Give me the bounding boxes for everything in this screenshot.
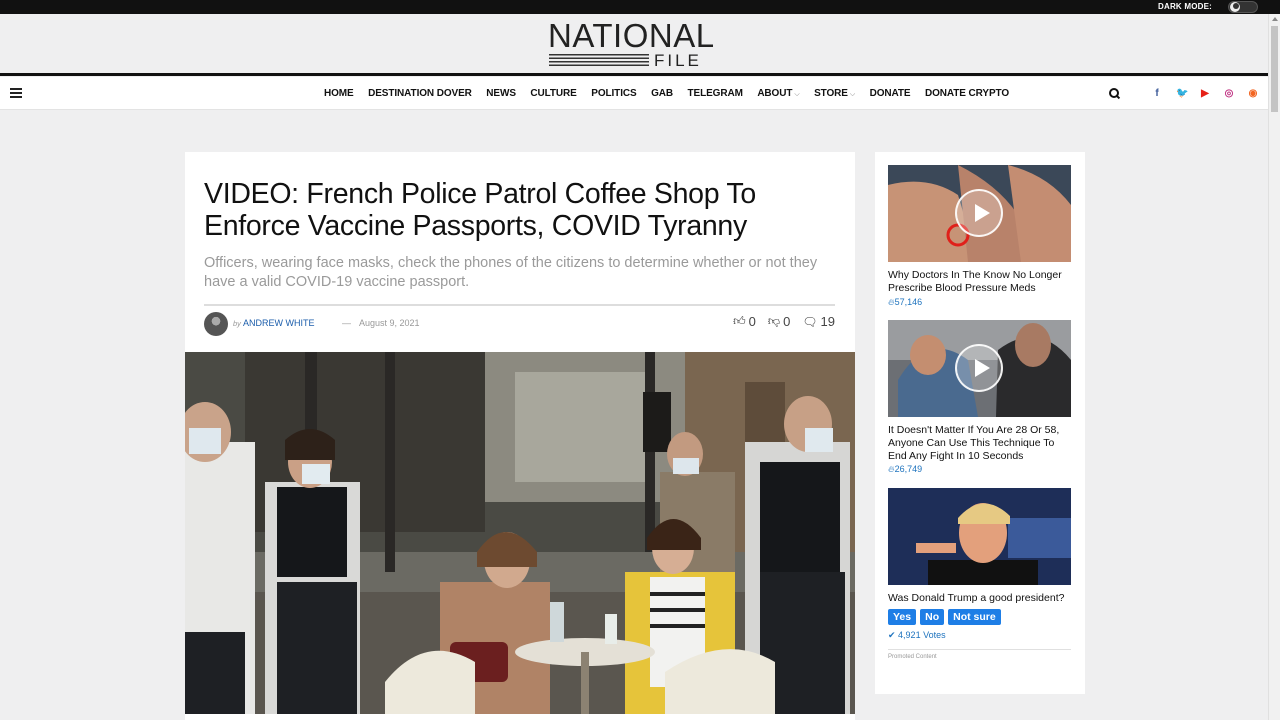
- nav-item-label: GAB: [651, 88, 673, 99]
- thumbs-up-icon: 👍︎: [733, 314, 746, 328]
- twitter-icon[interactable]: 🐦: [1176, 88, 1188, 99]
- trump-image: [888, 488, 1071, 585]
- nav-item-label: DONATE: [869, 88, 911, 99]
- article-stats: 👍︎ 0 👎︎ 0 🗨︎ 19: [721, 314, 835, 329]
- nav-item-store[interactable]: STORE ⌵: [814, 88, 855, 99]
- chevron-down-icon: ⌵: [849, 91, 856, 98]
- nav-item-label: CULTURE: [530, 88, 577, 99]
- nav-items: HOME DESTINATION DOVER NEWS CULTURE POLITICS…: [324, 77, 1024, 110]
- article-meta: by ANDREW WHITE — August 9, 2021 👍︎ 0 👎︎…: [204, 312, 835, 336]
- thumbs-down-icon: 👎︎: [767, 314, 781, 328]
- nav-item-home[interactable]: HOME: [324, 88, 354, 99]
- dark-mode-toggle[interactable]: [1228, 1, 1258, 13]
- ad-count: 🔥︎26,749: [888, 464, 923, 475]
- scrollbar-thumb[interactable]: [1271, 26, 1278, 112]
- nav-item-label: DONATE CRYPTO: [924, 88, 1010, 99]
- logo-stripes: [549, 54, 649, 66]
- poll-question: Was Donald Trump a good president?: [888, 592, 1065, 604]
- nav-item-culture[interactable]: CULTURE: [530, 88, 576, 99]
- nav-item-donate-crypto[interactable]: DONATE CRYPTO: [925, 88, 1009, 99]
- play-icon[interactable]: [955, 189, 1003, 237]
- fire-icon: 🔥︎: [888, 296, 895, 307]
- page-scrollbar[interactable]: [1268, 14, 1280, 720]
- ad-item[interactable]: Why Doctors In The Know No Longer Prescr…: [888, 165, 1071, 308]
- nav-item-destination-dover[interactable]: DESTINATION DOVER: [368, 88, 472, 99]
- main-nav: HOME DESTINATION DOVER NEWS CULTURE POLITICS…: [0, 77, 1268, 110]
- comments-link[interactable]: 🗨︎ 19: [802, 314, 835, 329]
- nav-right: f 🐦 ▶ ◎ ◉: [1109, 77, 1258, 110]
- sidebar-ads: Why Doctors In The Know No Longer Prescr…: [875, 152, 1085, 694]
- article-subtitle: Officers, wearing face masks, check the …: [204, 255, 818, 290]
- dark-mode-label: DARK MODE:: [1158, 2, 1212, 11]
- poll-not-sure-button[interactable]: Not sure: [948, 608, 1001, 625]
- fire-icon: 🔥︎: [888, 464, 895, 475]
- nav-item-label: NEWS: [486, 88, 516, 99]
- nav-item-label: TELEGRAM: [687, 88, 743, 99]
- author-link[interactable]: ANDREW WHITE: [243, 318, 315, 328]
- title-divider: [204, 304, 835, 306]
- nav-item-label: POLITICS: [591, 88, 637, 99]
- rss-icon[interactable]: ◉: [1248, 88, 1258, 99]
- instagram-icon[interactable]: ◎: [1224, 88, 1234, 99]
- nav-item-telegram[interactable]: TELEGRAM: [688, 88, 743, 99]
- poll-yes-button[interactable]: Yes: [888, 608, 917, 625]
- article-video[interactable]: [185, 352, 855, 714]
- ad-thumbnail[interactable]: [888, 165, 1071, 262]
- youtube-icon[interactable]: ▶: [1200, 88, 1210, 99]
- article-card: VIDEO: French Police Patrol Coffee Shop …: [185, 152, 855, 720]
- nav-item-donate[interactable]: DONATE: [870, 88, 911, 99]
- poll-options: Yes No Not sure: [888, 608, 1071, 625]
- play-icon[interactable]: [955, 344, 1003, 392]
- nav-item-label: DESTINATION DOVER: [368, 88, 472, 99]
- nav-item-news[interactable]: NEWS: [486, 88, 516, 99]
- ad-headline[interactable]: It Doesn't Matter If You Are 28 Or 58, A…: [888, 424, 1071, 462]
- publish-date: August 9, 2021: [359, 318, 420, 328]
- facebook-icon[interactable]: f: [1152, 88, 1162, 99]
- poll-thumbnail[interactable]: [888, 488, 1071, 585]
- moon-icon: [1230, 2, 1240, 12]
- scroll-up-arrow-icon[interactable]: [1272, 17, 1278, 21]
- poll-votes: ✔︎ 4,921 Votes: [888, 629, 946, 640]
- ad-count: 🔥︎57,146: [888, 296, 923, 307]
- ad-item[interactable]: It Doesn't Matter If You Are 28 Or 58, A…: [888, 320, 1071, 475]
- nav-item-label: STORE: [814, 88, 848, 99]
- nav-item-label: HOME: [324, 88, 354, 99]
- top-bar: DARK MODE:: [0, 0, 1280, 14]
- site-header: NATIONAL FILE: [0, 14, 1268, 76]
- nav-item-about[interactable]: ABOUT ⌵: [757, 88, 799, 99]
- nav-item-politics[interactable]: POLITICS: [591, 88, 636, 99]
- nav-item-label: ABOUT: [757, 88, 793, 99]
- vote-icon: ✔︎: [888, 629, 899, 640]
- comment-icon: 🗨︎: [802, 314, 818, 329]
- like-button[interactable]: 👍︎ 0: [733, 314, 756, 329]
- dislike-count: 0: [783, 314, 791, 329]
- nav-item-gab[interactable]: GAB: [651, 88, 673, 99]
- comment-count: 19: [820, 314, 835, 329]
- ad-headline[interactable]: Why Doctors In The Know No Longer Prescr…: [888, 269, 1071, 295]
- hamburger-menu-icon[interactable]: [10, 88, 22, 98]
- site-logo[interactable]: NATIONAL FILE: [546, 19, 722, 71]
- poll-item: Was Donald Trump a good president? Yes N…: [888, 488, 1071, 641]
- logo-text-file: FILE: [654, 51, 702, 70]
- poll-no-button[interactable]: No: [920, 608, 945, 625]
- video-frame-image: [185, 352, 855, 714]
- search-icon[interactable]: [1109, 88, 1120, 99]
- logo-text-national: NATIONAL: [548, 17, 715, 54]
- ad-thumbnail[interactable]: [888, 320, 1071, 417]
- by-label: by: [233, 319, 241, 328]
- chevron-down-icon: ⌵: [794, 91, 800, 98]
- article-title: VIDEO: French Police Patrol Coffee Shop …: [204, 178, 756, 242]
- meta-separator: —: [342, 318, 351, 328]
- promoted-content-label[interactable]: Promoted Content: [888, 649, 1071, 660]
- author-avatar[interactable]: [204, 312, 228, 336]
- like-count: 0: [748, 314, 756, 329]
- dislike-button[interactable]: 👎︎ 0: [768, 314, 790, 329]
